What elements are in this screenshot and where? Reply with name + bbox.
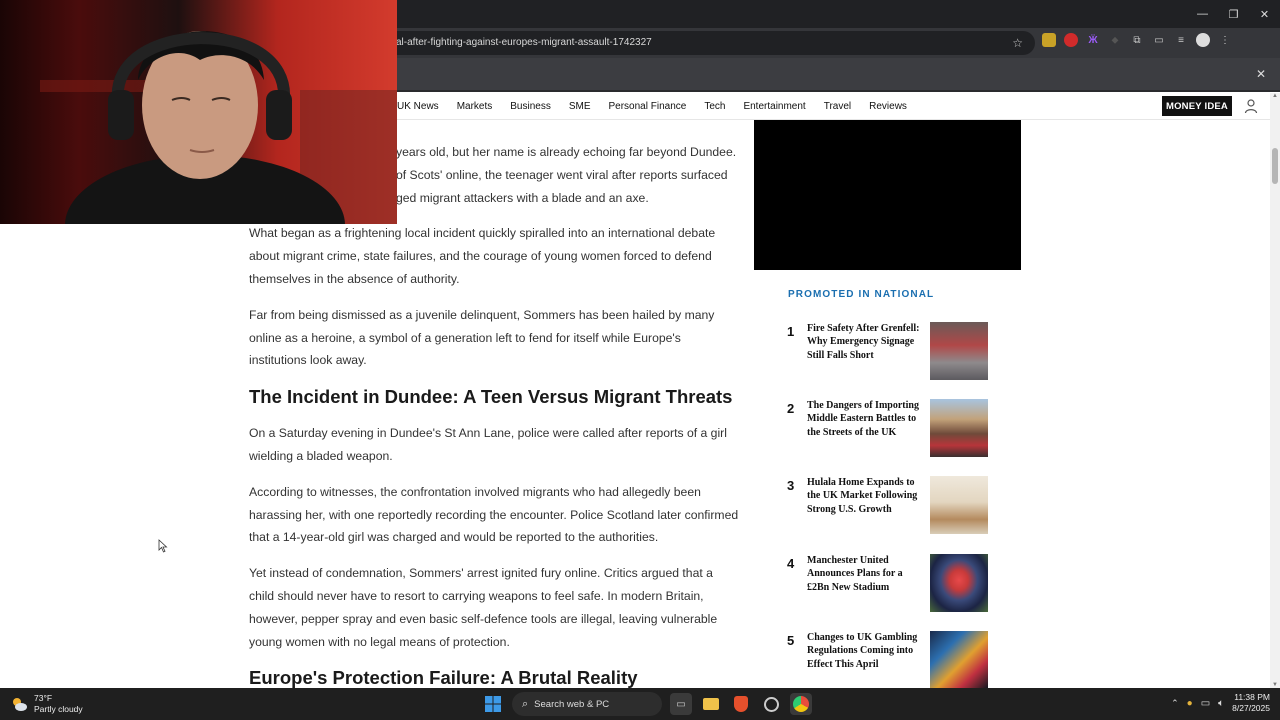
task-view-icon[interactable]: ▭ <box>670 693 692 715</box>
browser-menu-icon[interactable]: ⋮ <box>1218 33 1232 47</box>
money-idea-button[interactable]: MONEY IDEA <box>1162 96 1232 116</box>
infobar-close-icon[interactable]: ✕ <box>1256 67 1266 81</box>
scroll-up-icon[interactable]: ▲ <box>1272 93 1278 99</box>
promoted-item-title[interactable]: The Dangers of Importing Middle Eastern … <box>807 399 923 439</box>
partly-cloudy-icon <box>13 698 27 711</box>
extension-red-icon[interactable] <box>1064 33 1078 47</box>
promoted-item-thumbnail[interactable] <box>930 476 988 534</box>
extensions-puzzle-icon[interactable]: ⧉ <box>1130 33 1144 47</box>
promoted-item-title[interactable]: Manchester United Announces Plans for a … <box>807 554 923 594</box>
taskbar-search-placeholder: Search web & PC <box>534 698 610 710</box>
nav-item-markets[interactable]: Markets <box>448 101 502 112</box>
promoted-item[interactable]: 2 The Dangers of Importing Middle Easter… <box>787 399 992 457</box>
extension-shield-icon[interactable] <box>1042 33 1056 47</box>
windows-taskbar: 73°F Partly cloudy ⌕ Search web & PC ▭ ⌃… <box>0 688 1280 720</box>
file-explorer-icon[interactable] <box>700 693 722 715</box>
cast-icon[interactable]: ▭ <box>1152 33 1166 47</box>
restore-button[interactable]: ❐ <box>1218 0 1249 28</box>
taskbar-search[interactable]: ⌕ Search web & PC <box>512 692 662 716</box>
extension-icons: Ӝ ⬥ ⧉ ▭ ≡ ⋮ <box>1042 33 1232 47</box>
article-paragraph: Yet instead of condemnation, Sommers' ar… <box>249 566 718 649</box>
promoted-item-number: 2 <box>787 401 795 416</box>
promoted-item-number: 3 <box>787 478 795 493</box>
scroll-thumb[interactable] <box>1272 148 1278 184</box>
nav-item-tech[interactable]: Tech <box>695 101 734 112</box>
promoted-section-title: PROMOTED IN NATIONAL <box>788 289 935 300</box>
nav-item-reviews[interactable]: Reviews <box>860 101 916 112</box>
weather-condition: Partly cloudy <box>34 704 83 714</box>
brave-browser-icon[interactable] <box>730 693 752 715</box>
app-icon[interactable] <box>760 693 782 715</box>
nav-item-sme[interactable]: SME <box>560 101 600 112</box>
promoted-item-thumbnail[interactable] <box>930 631 988 689</box>
webcam-person-image <box>0 0 397 224</box>
page-scrollbar[interactable]: ▲ ▼ <box>1270 93 1280 688</box>
bookmark-star-icon[interactable]: ☆ <box>1012 31 1023 55</box>
promoted-item-thumbnail[interactable] <box>930 322 988 380</box>
promoted-item-thumbnail[interactable] <box>930 399 988 457</box>
url-text: al-after-fighting-against-europes-migran… <box>396 37 652 48</box>
article-paragraph: According to witnesses, the confrontatio… <box>249 484 739 545</box>
section-heading: The Incident in Dundee: A Teen Versus Mi… <box>249 386 733 408</box>
mouse-cursor-icon <box>158 539 168 553</box>
promoted-item-number: 5 <box>787 633 795 648</box>
webcam-overlay <box>0 0 397 224</box>
video-player[interactable] <box>754 120 1021 270</box>
media-control-icon[interactable]: ≡ <box>1174 33 1188 47</box>
promoted-item[interactable]: 3 Hulala Home Expands to the UK Market F… <box>787 476 992 534</box>
article-paragraph: Far from being dismissed as a juvenile d… <box>249 307 715 368</box>
user-account-icon[interactable] <box>1244 98 1258 114</box>
extension-purple-icon[interactable]: Ӝ <box>1086 33 1100 47</box>
promoted-item-title[interactable]: Changes to UK Gambling Regulations Comin… <box>807 631 923 671</box>
windows-logo-icon <box>485 696 501 712</box>
tray-overflow-icon[interactable]: ⌃ <box>1171 698 1179 709</box>
nav-item-business[interactable]: Business <box>501 101 560 112</box>
clock-date: 8/27/2025 <box>1232 703 1270 713</box>
clock-time: 11:38 PM <box>1234 692 1270 702</box>
search-icon: ⌕ <box>522 697 529 710</box>
promoted-item-number: 1 <box>787 324 795 339</box>
extension-dim-icon[interactable]: ⬥ <box>1108 33 1122 47</box>
promoted-item-title[interactable]: Hulala Home Expands to the UK Market Fol… <box>807 476 923 516</box>
volume-icon[interactable]: 🔈︎ <box>1218 698 1224 709</box>
system-clock[interactable]: 11:38 PM 8/27/2025 <box>1232 692 1270 714</box>
profile-avatar-icon[interactable] <box>1196 33 1210 47</box>
minimize-button[interactable]: — <box>1187 0 1218 28</box>
address-bar[interactable]: al-after-fighting-against-europes-migran… <box>380 31 1035 55</box>
nav-menu: UK News Markets Business SME Personal Fi… <box>397 93 916 120</box>
nav-item-travel[interactable]: Travel <box>815 101 860 112</box>
section-heading: Europe's Protection Failure: A Brutal Re… <box>249 667 638 688</box>
microphone-icon[interactable]: ● <box>1187 698 1193 709</box>
window-controls: — ❐ ✕ <box>1187 0 1280 28</box>
nav-item-personal-finance[interactable]: Personal Finance <box>600 101 696 112</box>
nav-item-uk-news[interactable]: UK News <box>397 101 448 112</box>
weather-temperature: 73°F <box>34 693 53 703</box>
promoted-item-number: 4 <box>787 556 795 571</box>
network-icon[interactable]: ▭ <box>1201 698 1210 709</box>
promoted-item-title[interactable]: Fire Safety After Grenfell: Why Emergenc… <box>807 322 923 362</box>
promoted-item[interactable]: 4 Manchester United Announces Plans for … <box>787 554 992 612</box>
promoted-item[interactable]: 1 Fire Safety After Grenfell: Why Emerge… <box>787 322 992 380</box>
promoted-item-thumbnail[interactable] <box>930 554 988 612</box>
article-paragraph: On a Saturday evening in Dundee's St Ann… <box>249 426 727 463</box>
weather-widget[interactable]: 73°F Partly cloudy <box>10 693 83 715</box>
start-button[interactable] <box>482 693 504 715</box>
promoted-item[interactable]: 5 Changes to UK Gambling Regulations Com… <box>787 631 992 689</box>
article-paragraph: What began as a frightening local incide… <box>249 226 716 286</box>
chrome-icon[interactable] <box>790 693 812 715</box>
taskbar-apps: ⌕ Search web & PC ▭ <box>482 692 812 716</box>
nav-item-entertainment[interactable]: Entertainment <box>734 101 814 112</box>
system-tray: ⌃ ● ▭ 🔈︎ 11:38 PM 8/27/2025 <box>1171 692 1270 714</box>
close-window-button[interactable]: ✕ <box>1249 0 1280 28</box>
